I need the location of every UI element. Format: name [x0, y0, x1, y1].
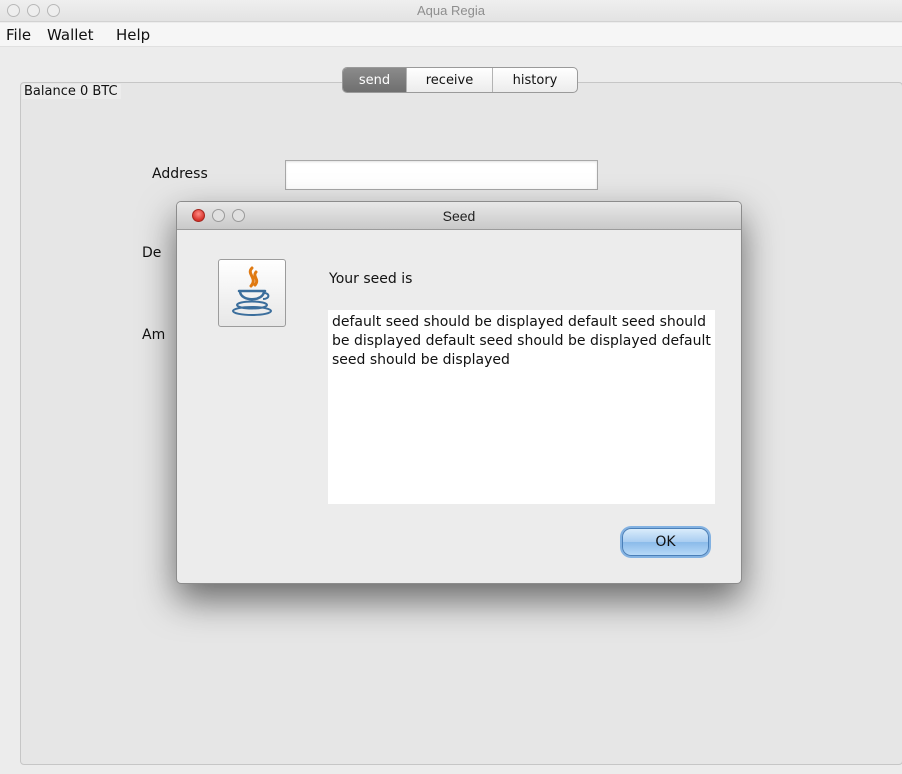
tab-receive[interactable]: receive — [407, 68, 493, 92]
menu-wallet[interactable]: Wallet — [47, 26, 94, 44]
menu-help[interactable]: Help — [116, 26, 150, 44]
window-title: Aqua Regia — [417, 3, 485, 18]
ok-button[interactable]: OK — [622, 528, 709, 556]
tab-send[interactable]: send — [343, 68, 407, 92]
dialog-titlebar: Seed — [177, 202, 741, 230]
menu-bar: File Wallet Help — [0, 23, 902, 47]
amount-label: Am — [142, 327, 166, 343]
seed-text-area[interactable]: default seed should be displayed default… — [328, 310, 715, 504]
window-titlebar: Aqua Regia — [0, 0, 902, 22]
java-coffee-icon — [218, 259, 286, 327]
address-label: Address — [152, 166, 208, 182]
tab-bar: send receive history — [342, 67, 578, 93]
seed-message: Your seed is — [329, 271, 413, 287]
seed-dialog: Seed Your seed is default seed should be… — [176, 201, 742, 584]
address-input[interactable] — [285, 160, 598, 190]
dialog-title: Seed — [442, 208, 476, 224]
description-label: De — [142, 245, 162, 261]
tab-history[interactable]: history — [493, 68, 577, 92]
menu-file[interactable]: File — [6, 26, 31, 44]
balance-label: Balance 0 BTC — [22, 84, 121, 99]
